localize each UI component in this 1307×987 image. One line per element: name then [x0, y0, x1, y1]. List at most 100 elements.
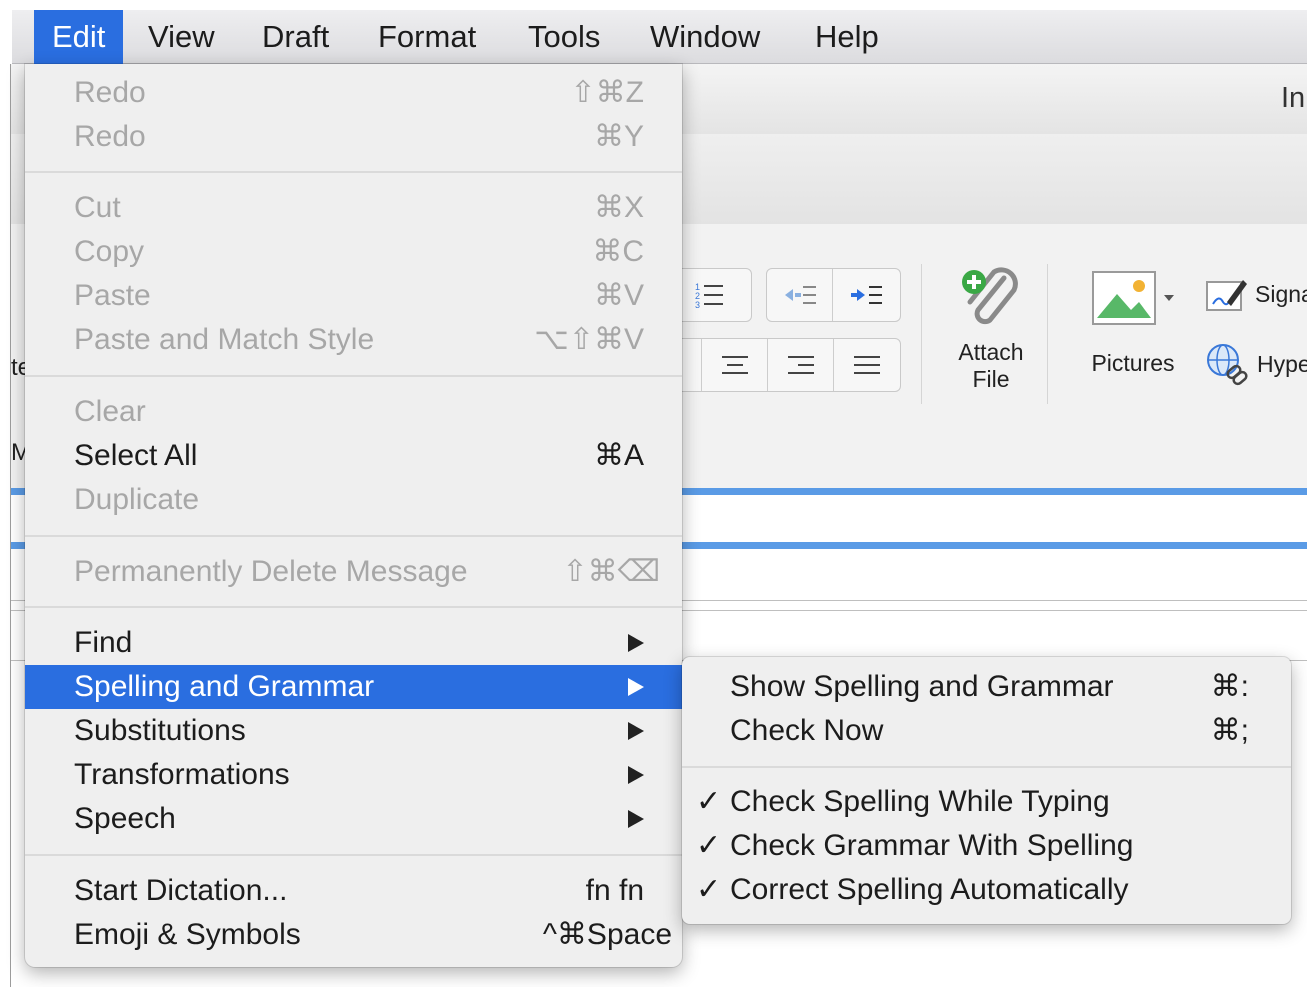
menubar-edit[interactable]: Edit	[34, 10, 124, 64]
submenu-arrow-icon	[628, 766, 644, 784]
justify-icon	[854, 356, 880, 374]
menu-item-permanently-delete[interactable]: Permanently Delete Message ⇧⌘⌫	[25, 550, 682, 594]
decrease-indent-icon	[784, 286, 816, 304]
menu-separator	[682, 766, 1291, 768]
menu-item-speech[interactable]: Speech	[25, 797, 682, 841]
menu-item-label: Find	[74, 626, 133, 659]
attach-file-button[interactable]: Attach File	[936, 264, 1046, 393]
menu-item-paste-match-style[interactable]: Paste and Match Style ⌥⇧⌘V	[25, 318, 682, 362]
menubar-tools[interactable]: Tools	[510, 10, 618, 64]
menu-item-duplicate[interactable]: Duplicate	[25, 478, 682, 522]
submenu-arrow-icon	[628, 722, 644, 740]
alignment-button-group	[676, 338, 901, 392]
checkmark-icon: ✓	[696, 829, 722, 862]
menu-item-label: Paste and Match Style	[74, 323, 375, 356]
menu-item-show-spelling-grammar[interactable]: Show Spelling and Grammar ⌘:	[682, 665, 1291, 709]
menu-item-check-grammar-with-spelling[interactable]: ✓ Check Grammar With Spelling	[682, 824, 1291, 868]
increase-indent-icon	[851, 286, 882, 304]
ribbon-separator	[1047, 264, 1048, 404]
menu-item-spelling-and-grammar[interactable]: Spelling and Grammar	[25, 665, 682, 709]
menu-item-clear[interactable]: Clear	[25, 390, 682, 434]
menu-item-shortcut: ⌘;	[1210, 714, 1249, 747]
menu-item-label: Permanently Delete Message	[74, 555, 468, 588]
checkmark-icon: ✓	[696, 873, 722, 906]
menu-item-substitutions[interactable]: Substitutions	[25, 709, 682, 753]
menu-separator	[25, 375, 682, 377]
menu-item-shortcut: ⌘X	[593, 191, 644, 224]
menu-item-start-dictation[interactable]: Start Dictation... fn fn	[25, 869, 682, 913]
menu-item-label: Substitutions	[74, 714, 246, 747]
menu-item-label: Redo	[74, 120, 146, 153]
window-title: In	[1281, 82, 1306, 114]
menu-item-shortcut: ⌘Y	[593, 120, 644, 153]
edit-menu: Redo ⇧⌘Z Redo ⌘Y Cut ⌘X Copy ⌘C Paste ⌘V…	[25, 64, 682, 967]
hyperlink-button[interactable]: Hype	[1205, 342, 1307, 386]
menu-item-select-all[interactable]: Select All ⌘A	[25, 434, 682, 478]
menubar-help[interactable]: Help	[797, 10, 897, 64]
increase-indent-button[interactable]	[833, 269, 899, 321]
menu-item-label: Check Now	[730, 714, 884, 747]
menu-item-label: Cut	[74, 191, 121, 224]
menu-item-shortcut: ⌘A	[593, 439, 644, 472]
menu-separator	[25, 606, 682, 608]
menu-item-label: Select All	[74, 439, 198, 472]
chevron-down-icon[interactable]	[1163, 293, 1175, 303]
menu-item-emoji-symbols[interactable]: Emoji & Symbols ^⌘Space	[25, 913, 682, 957]
justify-button[interactable]	[834, 339, 900, 391]
spelling-grammar-submenu: Show Spelling and Grammar ⌘: Check Now ⌘…	[682, 657, 1291, 924]
checkmark-icon: ✓	[696, 785, 722, 818]
menu-bar: Edit View Draft Format Tools Window Help	[12, 10, 1307, 64]
menu-item-label: Copy	[74, 235, 145, 268]
indent-button-group	[766, 268, 901, 322]
menu-item-shortcut: fn fn	[585, 874, 644, 907]
hyperlink-icon	[1207, 344, 1248, 386]
pictures-button[interactable]: Pictures	[1073, 270, 1193, 377]
menu-item-shortcut: ⌘V	[593, 279, 644, 312]
menu-item-label: Clear	[74, 395, 146, 428]
menu-item-label: Start Dictation...	[74, 874, 288, 907]
menu-item-check-now[interactable]: Check Now ⌘;	[682, 709, 1291, 753]
attach-file-label: Attach	[958, 339, 1024, 365]
menu-item-cut[interactable]: Cut ⌘X	[25, 186, 682, 230]
menu-item-transformations[interactable]: Transformations	[25, 753, 682, 797]
menu-item-copy[interactable]: Copy ⌘C	[25, 230, 682, 274]
menu-item-shortcut: ⇧⌘⌫	[562, 555, 660, 588]
menu-separator	[25, 535, 682, 537]
menu-item-label: Paste	[74, 279, 151, 312]
menubar-format[interactable]: Format	[360, 10, 494, 64]
decrease-indent-button[interactable]	[767, 269, 833, 321]
submenu-arrow-icon	[628, 678, 644, 696]
align-right-icon	[787, 356, 814, 374]
pictures-label: Pictures	[1091, 350, 1175, 376]
numbered-list-icon: 1 2 3	[695, 282, 723, 309]
attach-file-label-line2: File	[972, 366, 1010, 392]
menu-item-label: Correct Spelling Automatically	[730, 873, 1129, 906]
menu-item-label: Check Spelling While Typing	[730, 785, 1110, 818]
menu-item-redo[interactable]: Redo ⇧⌘Z	[25, 71, 682, 115]
menu-item-shortcut: ⌘:	[1210, 670, 1249, 703]
menu-item-shortcut: ^⌘Space	[542, 918, 672, 951]
menu-item-label: Spelling and Grammar	[74, 670, 375, 703]
paperclip-icon	[962, 267, 1018, 325]
menu-item-find[interactable]: Find	[25, 621, 682, 665]
numbered-list-button[interactable]: 1 2 3	[677, 269, 743, 321]
menubar-draft[interactable]: Draft	[244, 10, 347, 64]
menu-item-shortcut: ⌘C	[592, 235, 644, 268]
signature-button[interactable]: Signa	[1205, 276, 1307, 312]
menubar-window[interactable]: Window	[632, 10, 778, 64]
menu-item-correct-spelling-automatically[interactable]: ✓ Correct Spelling Automatically	[682, 868, 1291, 912]
menu-item-label: Redo	[74, 76, 146, 109]
menu-item-paste[interactable]: Paste ⌘V	[25, 274, 682, 318]
menubar-view[interactable]: View	[130, 10, 233, 64]
align-right-button[interactable]	[768, 339, 834, 391]
submenu-arrow-icon	[628, 634, 644, 652]
menu-item-check-spelling-while-typing[interactable]: ✓ Check Spelling While Typing	[682, 780, 1291, 824]
list-button-group: 1 2 3	[676, 268, 752, 322]
menu-item-shortcut: ⌥⇧⌘V	[534, 323, 644, 356]
menu-item-redo-alt[interactable]: Redo ⌘Y	[25, 115, 682, 159]
ribbon-separator	[921, 264, 922, 404]
submenu-arrow-icon	[628, 810, 644, 828]
svg-text:3: 3	[695, 300, 700, 309]
hyperlink-label: Hype	[1257, 350, 1307, 377]
align-center-button[interactable]	[702, 339, 768, 391]
